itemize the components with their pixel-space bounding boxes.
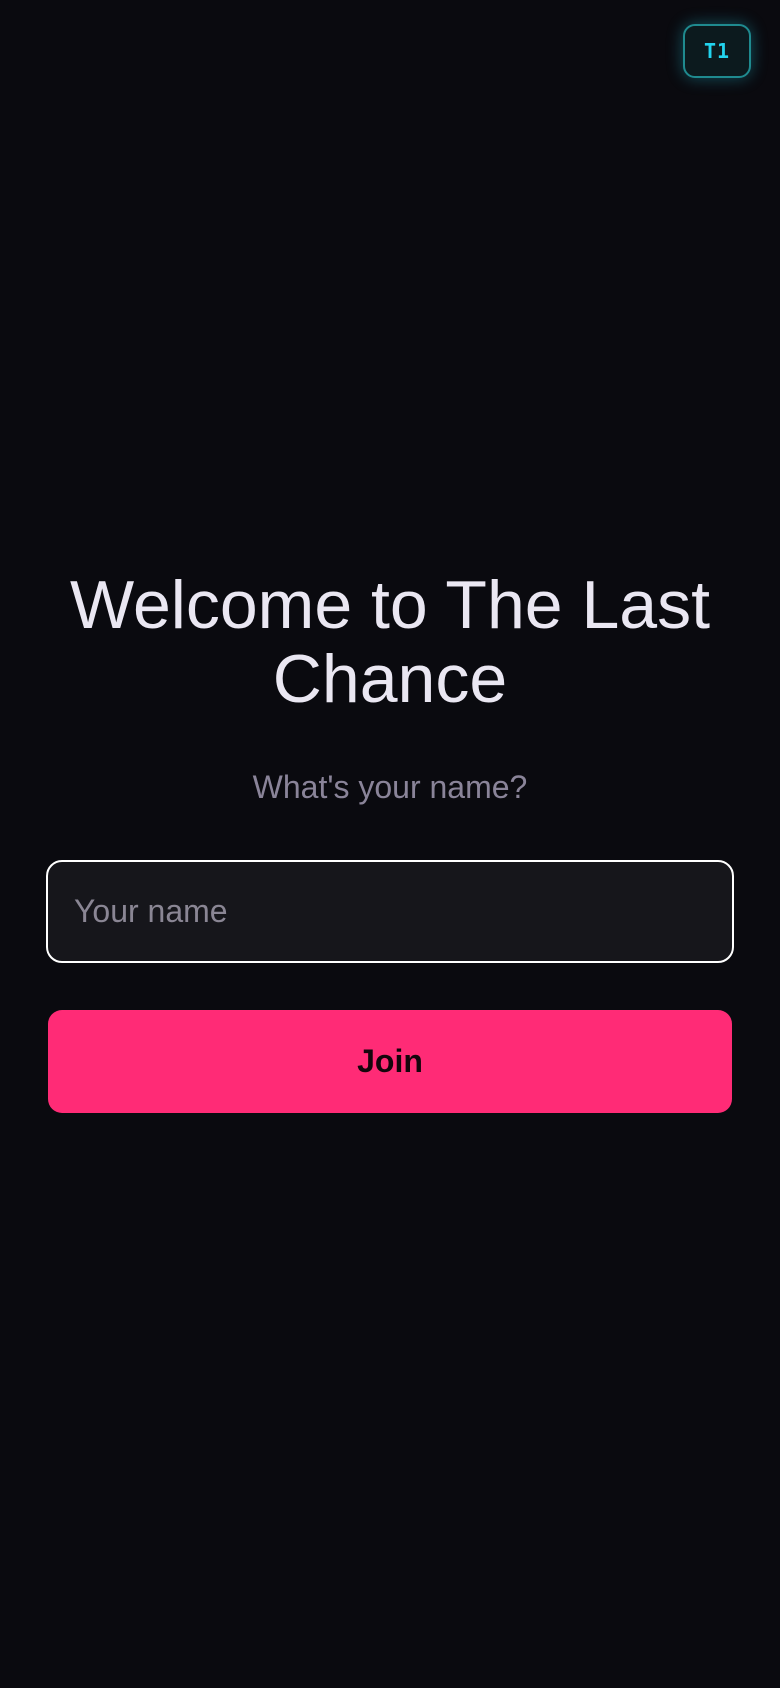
name-prompt: What's your name? [252,769,528,805]
welcome-title: Welcome to The Last Chance [69,567,711,717]
table-badge[interactable]: T1 [683,24,751,78]
name-input[interactable] [46,860,734,963]
join-button[interactable]: Join [48,1010,732,1113]
